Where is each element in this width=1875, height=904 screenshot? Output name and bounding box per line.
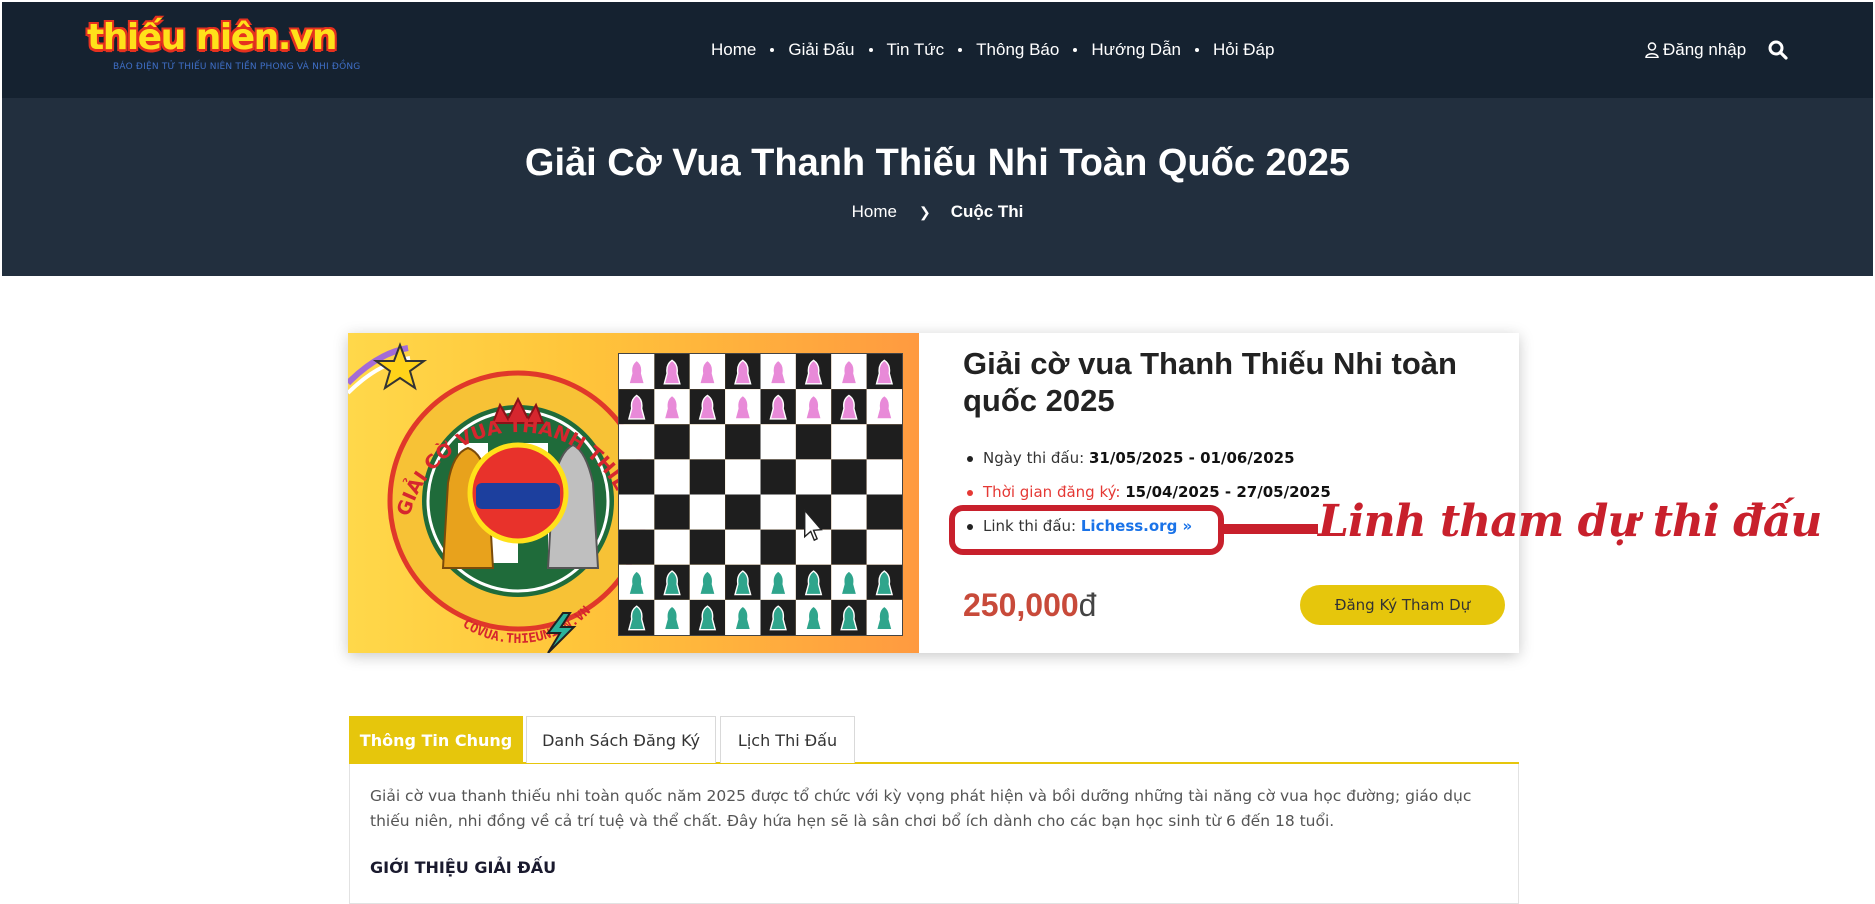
- chess-board-image: [618, 353, 903, 636]
- login-label: Đăng nhập: [1663, 40, 1747, 59]
- board-square: [831, 529, 867, 565]
- login-link[interactable]: Đăng nhập: [1645, 38, 1746, 62]
- tab-general-info[interactable]: Thông Tin Chung: [349, 716, 523, 763]
- event-date-row: Ngày thi đấu: 31/05/2025 - 01/06/2025: [967, 447, 1331, 481]
- nav-thong-bao[interactable]: Thông Báo: [976, 40, 1059, 60]
- nav-huong-dan[interactable]: Hướng Dẫn: [1091, 40, 1181, 60]
- tab-registration-list[interactable]: Danh Sách Đăng Ký: [526, 716, 716, 763]
- nav-separator: [770, 48, 775, 52]
- chevron-right-icon: ❯: [918, 203, 931, 220]
- board-square: [760, 529, 796, 565]
- event-date-label: Ngày thi đấu:: [983, 449, 1085, 467]
- tab-schedule[interactable]: Lịch Thi Đấu: [720, 716, 855, 763]
- tab-content-panel: Giải cờ vua thanh thiếu nhi toàn quốc nă…: [349, 764, 1519, 904]
- board-square: [689, 459, 726, 495]
- price-amount: 250,000: [963, 587, 1079, 623]
- breadcrumb-home[interactable]: Home: [852, 202, 897, 222]
- logo-text: thiếu niên.vn: [87, 17, 338, 58]
- register-button[interactable]: Đăng Ký Tham Dự: [1300, 585, 1505, 625]
- price-currency: đ: [1078, 587, 1097, 623]
- annotation-highlight-box: [949, 505, 1224, 555]
- event-card: GIẢI CỜ VUA THANH THIẾU NHI TOÀN QUỐC CO…: [348, 333, 1519, 653]
- board-square: [725, 424, 761, 460]
- board-square: [760, 494, 796, 530]
- nav-hoi-dap[interactable]: Hỏi Đáp: [1213, 40, 1274, 60]
- board-square: [866, 494, 902, 530]
- board-square: [866, 529, 902, 565]
- page-title: Giải Cờ Vua Thanh Thiếu Nhi Toàn Quốc 20…: [524, 142, 1351, 184]
- section-heading: GIỚI THIỆU GIẢI ĐẤU: [370, 858, 557, 877]
- star-icon: [372, 342, 428, 391]
- main-nav: Home Giải Đấu Tin Tức Thông Báo Hướng Dẫ…: [711, 38, 1274, 62]
- board-square: [831, 459, 867, 495]
- board-square: [725, 529, 761, 565]
- nav-separator: [868, 48, 873, 52]
- breadcrumb-current: Cuộc Thi: [950, 202, 1024, 221]
- board-square: [760, 424, 796, 460]
- board-square: [831, 494, 867, 530]
- annotation-connector-line: [1224, 524, 1318, 534]
- board-square: [689, 494, 726, 530]
- annotation-label: Linh tham dự thi đấu: [1318, 496, 1822, 547]
- user-icon: [1645, 42, 1659, 58]
- board-square: [619, 424, 655, 460]
- board-square: [654, 424, 690, 460]
- event-price: 250,000đ: [963, 587, 1096, 624]
- board-square: [619, 529, 655, 565]
- event-date-value: 31/05/2025 - 01/06/2025: [1088, 449, 1295, 467]
- board-square: [619, 494, 655, 530]
- event-title: Giải cờ vua Thanh Thiếu Nhi toàn quốc 20…: [963, 346, 1457, 418]
- event-description: Giải cờ vua thanh thiếu nhi toàn quốc nă…: [370, 787, 1472, 830]
- registration-period-value: 15/04/2025 - 27/05/2025: [1125, 483, 1331, 501]
- board-square: [689, 529, 726, 565]
- event-info: Giải cờ vua Thanh Thiếu Nhi toàn quốc 20…: [963, 345, 1503, 419]
- board-square: [725, 459, 761, 495]
- nav-home[interactable]: Home: [711, 40, 756, 60]
- board-square: [866, 459, 902, 495]
- top-navbar: thiếu niên.vn BÁO ĐIỆN TỬ THIẾU NIÊN TIỀ…: [2, 2, 1873, 98]
- board-square: [654, 494, 690, 530]
- registration-period-label: Thời gian đăng ký:: [983, 483, 1121, 501]
- nav-tin-tuc[interactable]: Tin Tức: [887, 40, 945, 60]
- event-banner-image: GIẢI CỜ VUA THANH THIẾU NHI TOÀN QUỐC CO…: [348, 333, 919, 653]
- search-icon[interactable]: [1768, 40, 1788, 60]
- nav-separator: [1073, 48, 1078, 52]
- breadcrumb: Home ❯ Cuộc Thi: [2, 202, 1873, 222]
- board-square: [866, 424, 902, 460]
- event-tabs: Thông Tin Chung Danh Sách Đăng Ký Lịch T…: [349, 716, 1519, 764]
- nav-giai-dau[interactable]: Giải Đấu: [788, 40, 854, 60]
- board-square: [654, 459, 690, 495]
- board-square: [795, 424, 832, 460]
- nav-separator: [958, 48, 963, 52]
- site-logo[interactable]: thiếu niên.vn BÁO ĐIỆN TỬ THIẾU NIÊN TIỀ…: [87, 16, 360, 78]
- page-header: Giải Cờ Vua Thanh Thiếu Nhi Toàn Quốc 20…: [2, 98, 1873, 276]
- logo-tagline: BÁO ĐIỆN TỬ THIẾU NIÊN TIỀN PHONG VÀ NHI…: [113, 62, 361, 72]
- board-square: [689, 424, 726, 460]
- board-squares: [619, 354, 902, 635]
- board-square: [654, 529, 690, 565]
- board-square: [795, 459, 832, 495]
- board-square: [619, 459, 655, 495]
- board-square: [831, 424, 867, 460]
- board-square: [725, 494, 761, 530]
- nav-separator: [1194, 48, 1199, 52]
- board-square: [760, 459, 796, 495]
